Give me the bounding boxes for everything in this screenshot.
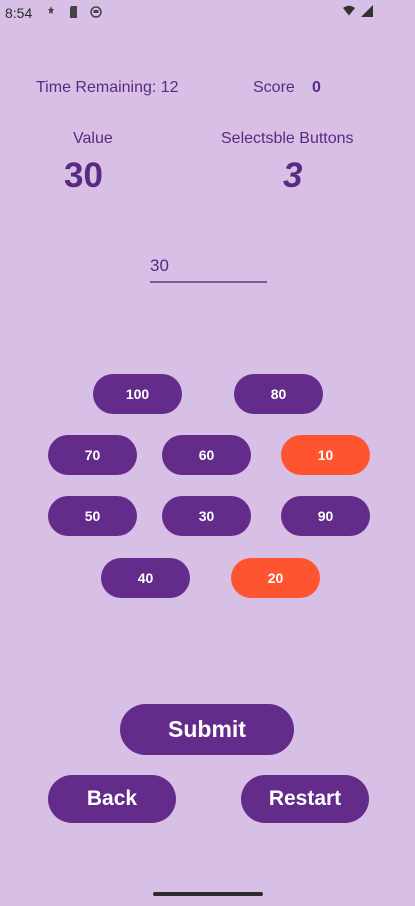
- value-number: 30: [64, 156, 103, 195]
- number-button-10[interactable]: 10: [281, 435, 370, 475]
- number-button-100[interactable]: 100: [93, 374, 182, 414]
- back-button[interactable]: Back: [48, 775, 176, 823]
- score-label: Score: [253, 79, 295, 96]
- selectable-buttons-number: 3: [283, 156, 303, 195]
- submit-button[interactable]: Submit: [120, 704, 294, 755]
- android-debug-icon: [45, 6, 57, 18]
- number-button-70[interactable]: 70: [48, 435, 137, 475]
- number-button-20[interactable]: 20: [231, 558, 320, 598]
- wifi-icon: [343, 5, 355, 17]
- selectable-buttons-label: Selectsble Buttons: [221, 130, 354, 147]
- number-button-80[interactable]: 80: [234, 374, 323, 414]
- record-icon: [90, 6, 102, 18]
- value-label: Value: [73, 130, 113, 147]
- number-button-30[interactable]: 30: [162, 496, 251, 536]
- value-input[interactable]: [150, 251, 267, 283]
- time-remaining-label: Time Remaining: 12: [36, 79, 179, 96]
- restart-button[interactable]: Restart: [241, 775, 369, 823]
- signal-icon: [361, 5, 373, 17]
- number-button-50[interactable]: 50: [48, 496, 137, 536]
- number-button-90[interactable]: 90: [281, 496, 370, 536]
- home-indicator[interactable]: [153, 892, 263, 896]
- number-button-60[interactable]: 60: [162, 435, 251, 475]
- number-button-40[interactable]: 40: [101, 558, 190, 598]
- status-time: 8:54: [5, 5, 33, 21]
- sd-card-icon: [68, 6, 80, 18]
- score-value: 0: [312, 79, 321, 96]
